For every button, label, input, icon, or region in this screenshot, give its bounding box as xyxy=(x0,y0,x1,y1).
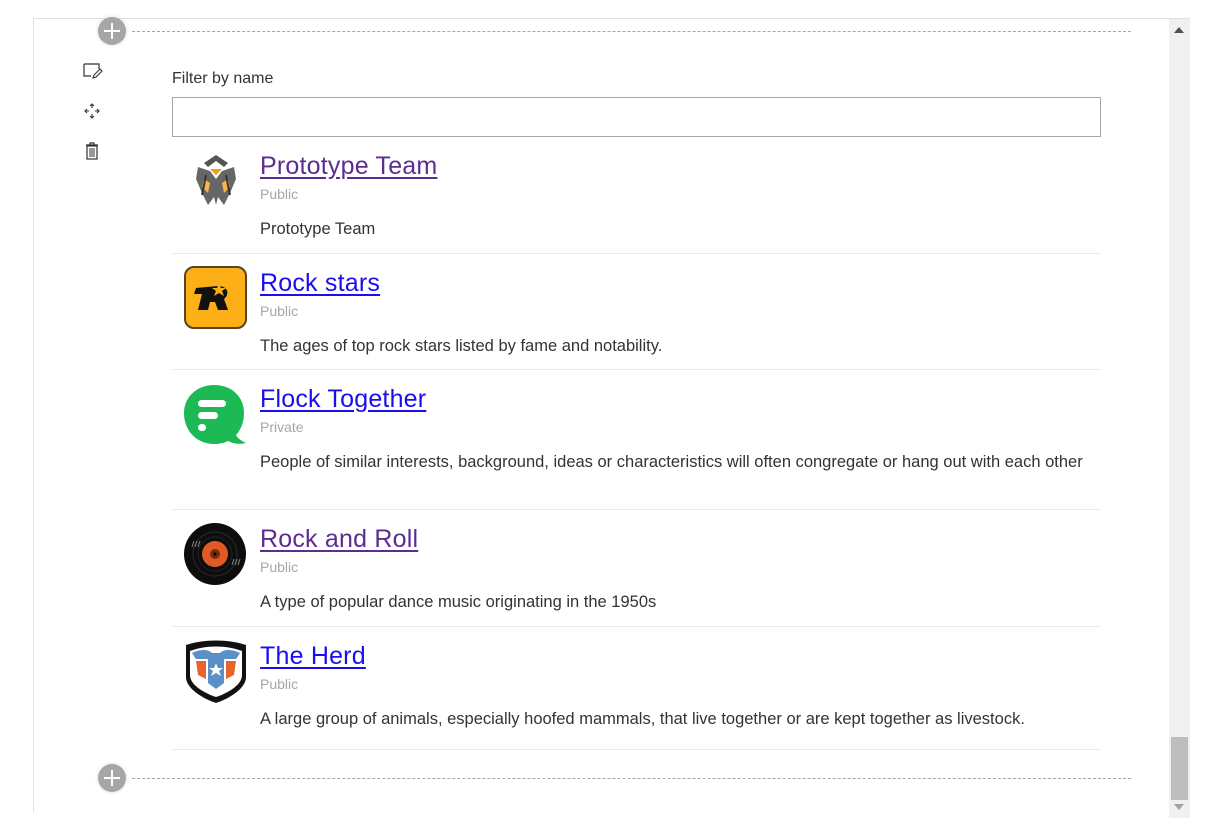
the-herd-logo xyxy=(184,639,248,703)
group-item: Rock stars Public The ages of top rock s… xyxy=(172,254,1101,370)
group-item: Prototype Team Public Prototype Team xyxy=(172,141,1101,254)
scroll-up-arrow-icon[interactable] xyxy=(1174,27,1184,33)
edit-icon[interactable] xyxy=(81,60,103,82)
group-privacy: Public xyxy=(260,186,299,202)
group-privacy: Public xyxy=(260,676,299,692)
delete-icon[interactable] xyxy=(81,140,103,162)
section-divider-top xyxy=(132,31,1131,32)
group-privacy: Private xyxy=(260,419,304,435)
flock-together-logo xyxy=(184,383,248,447)
group-item: Rock and Roll Public A type of popular d… xyxy=(172,510,1101,627)
rock-and-roll-logo xyxy=(184,523,248,587)
group-description: A large group of animals, especially hoo… xyxy=(260,710,1025,728)
group-description: People of similar interests, background,… xyxy=(260,453,1083,471)
move-icon[interactable] xyxy=(81,100,103,122)
group-title-link[interactable]: Flock Together xyxy=(260,385,426,414)
group-title-link[interactable]: The Herd xyxy=(260,642,366,671)
group-list: Prototype Team Public Prototype Team Roc… xyxy=(172,141,1101,750)
group-title-link[interactable]: Rock stars xyxy=(260,269,380,298)
group-description: Prototype Team xyxy=(260,220,376,238)
filter-by-name-input[interactable] xyxy=(172,97,1101,137)
filter-label: Filter by name xyxy=(172,70,274,87)
group-privacy: Public xyxy=(260,303,299,319)
group-item: Flock Together Private People of similar… xyxy=(172,370,1101,510)
group-item: The Herd Public A large group of animals… xyxy=(172,627,1101,750)
scroll-down-arrow-icon[interactable] xyxy=(1174,804,1184,810)
add-section-button-bottom[interactable] xyxy=(98,764,126,792)
group-description: A type of popular dance music originatin… xyxy=(260,593,657,611)
add-section-button-top[interactable] xyxy=(98,17,126,45)
vertical-scrollbar[interactable] xyxy=(1169,19,1190,818)
group-title-link[interactable]: Rock and Roll xyxy=(260,525,418,554)
group-title-link[interactable]: Prototype Team xyxy=(260,152,437,181)
scrollbar-thumb[interactable] xyxy=(1171,737,1188,800)
prototype-team-logo xyxy=(184,149,248,213)
rock-stars-logo xyxy=(184,266,247,329)
group-privacy: Public xyxy=(260,559,299,575)
section-divider-bottom xyxy=(132,778,1131,779)
group-description: The ages of top rock stars listed by fam… xyxy=(260,337,663,355)
